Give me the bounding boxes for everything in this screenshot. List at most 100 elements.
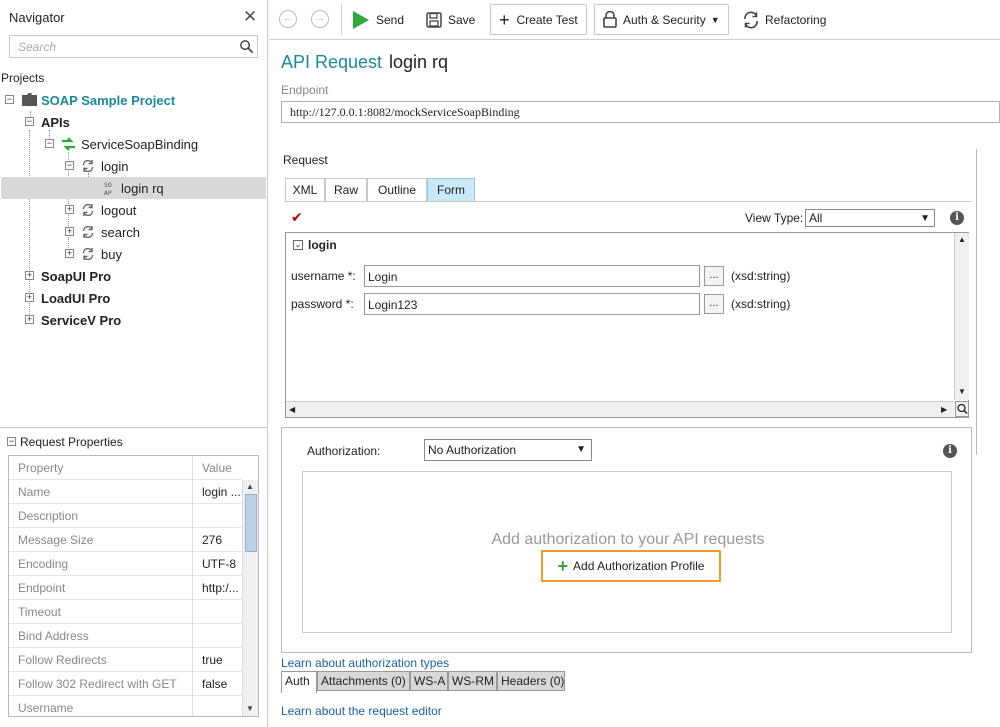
back-arrow-icon[interactable]: ← — [279, 10, 297, 28]
info-icon[interactable]: i — [950, 211, 964, 225]
save-label: Save — [448, 12, 476, 27]
username-more-button[interactable]: ... — [704, 266, 724, 286]
collapse-icon[interactable]: ⌄ — [293, 240, 303, 250]
tree-item-search[interactable]: + search — [1, 221, 266, 243]
tab-form[interactable]: Form — [427, 178, 475, 202]
expand-icon[interactable]: + — [25, 271, 34, 280]
property-value[interactable] — [194, 504, 242, 528]
svg-text:AP: AP — [104, 189, 112, 196]
request-editor: API Request login rq Endpoint http://127… — [269, 41, 1000, 727]
close-icon[interactable]: ✕ — [243, 8, 257, 25]
search-input[interactable] — [10, 36, 235, 57]
table-row[interactable]: Follow Redirects true — [9, 648, 242, 672]
table-row[interactable]: Follow 302 Redirect with GET false — [9, 672, 242, 696]
create-test-button[interactable]: + Create Test — [490, 4, 587, 35]
tree-item-logout[interactable]: + logout — [1, 199, 266, 221]
table-row[interactable]: Message Size 276 — [9, 528, 242, 552]
tab-raw[interactable]: Raw — [325, 178, 367, 202]
table-row[interactable]: Name login ... — [9, 480, 242, 504]
table-row[interactable]: Encoding UTF-8 — [9, 552, 242, 576]
learn-auth-types-link[interactable]: Learn about authorization types — [281, 656, 449, 670]
learn-request-editor-link[interactable]: Learn about the request editor — [281, 704, 442, 718]
expand-icon[interactable]: + — [65, 227, 74, 236]
scroll-down-icon[interactable]: ▼ — [958, 387, 966, 396]
property-name: Follow Redirects — [9, 648, 193, 672]
authorization-select[interactable]: No Authorization ▼ — [424, 439, 592, 461]
property-value[interactable]: true — [194, 648, 242, 672]
form-vertical-scrollbar[interactable]: ▲ ▼ — [954, 233, 969, 400]
tab-ws-a[interactable]: WS-A — [410, 671, 448, 691]
refactoring-label: Refactoring — [765, 12, 827, 27]
tree-item-soap-sample-project[interactable]: − SOAP Sample Project — [1, 89, 266, 111]
expand-icon[interactable]: + — [65, 205, 74, 214]
tab-outline[interactable]: Outline — [367, 178, 427, 202]
tree-item-soapui-pro[interactable]: + SoapUI Pro — [1, 265, 266, 287]
password-label: password *: — [291, 297, 354, 311]
validate-check-icon[interactable]: ✔ — [291, 209, 303, 226]
expand-icon[interactable]: + — [25, 293, 34, 302]
username-label: username *: — [291, 269, 356, 283]
scroll-thumb[interactable] — [245, 494, 257, 552]
scroll-up-icon[interactable]: ▲ — [958, 235, 966, 244]
tree-item-service-soap-binding[interactable]: − ServiceSoapBinding — [1, 133, 266, 155]
scroll-up-icon[interactable]: ▲ — [246, 482, 254, 491]
page-title: API Request — [281, 52, 383, 72]
auth-security-button[interactable]: Auth & Security ▼ — [594, 4, 729, 35]
column-header-value[interactable]: Value — [194, 456, 242, 480]
zoom-icon[interactable] — [955, 401, 969, 417]
expand-icon[interactable]: + — [25, 315, 34, 324]
tree-item-loadui-pro[interactable]: + LoadUI Pro — [1, 287, 266, 309]
view-type-select[interactable]: All ▼ — [805, 209, 935, 227]
property-value[interactable]: UTF-8 — [194, 552, 242, 576]
collapse-icon[interactable]: − — [25, 117, 34, 126]
info-icon[interactable]: i — [943, 444, 957, 458]
expand-icon[interactable]: + — [65, 249, 74, 258]
property-value[interactable] — [194, 624, 242, 648]
tree-item-buy[interactable]: + buy — [1, 243, 266, 265]
table-row[interactable]: Username — [9, 696, 242, 716]
authorization-label: Authorization: — [307, 444, 381, 458]
table-row[interactable]: Timeout — [9, 600, 242, 624]
property-value[interactable]: false — [194, 672, 242, 696]
request-section-label: Request — [283, 153, 328, 167]
search-icon[interactable] — [239, 39, 254, 54]
username-field[interactable]: Login — [364, 265, 700, 287]
tab-ws-rm[interactable]: WS-RM — [448, 671, 497, 691]
collapse-icon[interactable]: − — [65, 161, 74, 170]
tree-item-servicev-pro[interactable]: + ServiceV Pro — [1, 309, 266, 331]
tree-item-apis[interactable]: − APIs — [1, 111, 266, 133]
password-field[interactable]: Login123 — [364, 293, 700, 315]
property-value[interactable] — [194, 696, 242, 716]
save-button[interactable]: Save — [426, 4, 475, 35]
property-value[interactable] — [194, 600, 242, 624]
tab-attachments[interactable]: Attachments (0) — [317, 671, 410, 691]
send-button[interactable]: Send — [352, 4, 404, 35]
form-horizontal-scrollbar[interactable]: ◀ ▶ — [286, 401, 954, 417]
properties-scrollbar[interactable]: ▲ ▼ — [242, 480, 258, 716]
table-row[interactable]: Description — [9, 504, 242, 528]
scroll-right-icon[interactable]: ▶ — [941, 405, 947, 414]
collapse-icon[interactable]: − — [5, 95, 14, 104]
collapse-icon[interactable]: − — [45, 139, 54, 148]
endpoint-field[interactable]: http://127.0.0.1:8082/mockServiceSoapBin… — [281, 101, 1000, 123]
tab-xml[interactable]: XML — [285, 178, 325, 202]
table-row[interactable]: Endpoint http:/... — [9, 576, 242, 600]
property-value[interactable]: 276 — [194, 528, 242, 552]
property-value[interactable]: login ... — [194, 480, 242, 504]
table-row[interactable]: Bind Address — [9, 624, 242, 648]
collapse-icon[interactable]: − — [7, 437, 16, 446]
tab-auth[interactable]: Auth — [281, 671, 317, 693]
forward-arrow-icon[interactable]: → — [311, 10, 329, 28]
tab-headers[interactable]: Headers (0) — [497, 671, 565, 691]
password-more-button[interactable]: ... — [704, 294, 724, 314]
refresh-icon — [744, 11, 758, 28]
column-header-property[interactable]: Property — [9, 456, 193, 480]
endpoint-label: Endpoint — [281, 83, 329, 97]
add-authorization-profile-button[interactable]: + Add Authorization Profile — [541, 550, 721, 582]
refactoring-button[interactable]: Refactoring — [742, 4, 826, 35]
scroll-left-icon[interactable]: ◀ — [289, 405, 295, 414]
property-value[interactable]: http:/... — [194, 576, 242, 600]
tree-item-login[interactable]: − login — [1, 155, 266, 177]
scroll-down-icon[interactable]: ▼ — [246, 704, 254, 713]
tree-item-login-rq[interactable]: SO AP login rq — [1, 177, 266, 199]
